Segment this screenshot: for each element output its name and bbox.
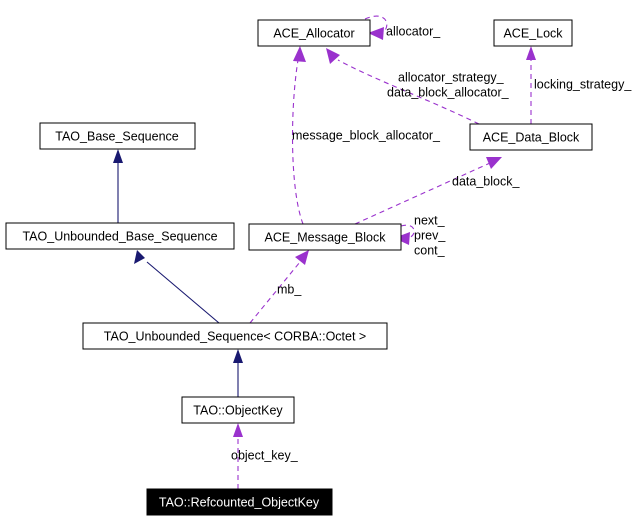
edge-label-next: next_ — [414, 213, 446, 227]
class-box-tao-unbounded-sequence-octet[interactable]: TAO_Unbounded_Sequence< CORBA::Octet > — [82, 322, 388, 350]
edge-label-locking-strategy: locking_strategy_ — [534, 77, 632, 91]
class-box-ace-message-block[interactable]: ACE_Message_Block — [248, 223, 402, 251]
class-box-ace-lock[interactable]: ACE_Lock — [493, 19, 573, 47]
class-box-tao-objectkey[interactable]: TAO::ObjectKey — [181, 396, 295, 424]
collaboration-diagram: allocator_ allocator_strategy_ data_bloc… — [0, 0, 644, 531]
class-label-ace-message-block: ACE_Message_Block — [265, 230, 387, 244]
class-box-ace-allocator[interactable]: ACE_Allocator — [257, 19, 371, 47]
class-label-tao-unbounded-sequence-octet: TAO_Unbounded_Sequence< CORBA::Octet > — [104, 329, 366, 343]
edge-label-object-key: object_key_ — [231, 448, 299, 462]
class-box-ace-data-block[interactable]: ACE_Data_Block — [469, 123, 593, 151]
edge-label-data-block-allocator: data_block_allocator_ — [387, 85, 510, 99]
edge-label-data-block: data_block_ — [452, 174, 520, 188]
edge-label-mb: mb_ — [277, 282, 302, 296]
class-box-tao-base-sequence[interactable]: TAO_Base_Sequence — [39, 122, 196, 150]
class-box-tao-refcounted-objectkey[interactable]: TAO::Refcounted_ObjectKey — [146, 488, 333, 516]
class-label-tao-base-sequence: TAO_Base_Sequence — [55, 129, 179, 143]
edge-inheritance-unbounded-base-to-base — [113, 149, 123, 223]
class-label-tao-unbounded-base-sequence: TAO_Unbounded_Base_Sequence — [22, 229, 217, 243]
class-label-tao-refcounted-objectkey: TAO::Refcounted_ObjectKey — [159, 495, 320, 509]
class-label-ace-data-block: ACE_Data_Block — [483, 130, 580, 144]
edge-label-message-block-allocator: message_block_allocator_ — [292, 128, 441, 142]
edge-label-prev: prev_ — [414, 228, 446, 242]
edge-label-allocator: allocator_ — [386, 24, 441, 38]
class-box-tao-unbounded-base-sequence[interactable]: TAO_Unbounded_Base_Sequence — [5, 222, 235, 250]
edge-inheritance-objectkey-to-seq — [233, 349, 243, 397]
edge-label-cont: cont_ — [414, 243, 446, 257]
class-label-tao-objectkey: TAO::ObjectKey — [193, 403, 283, 417]
uml-canvas: allocator_ allocator_strategy_ data_bloc… — [5, 15, 632, 516]
class-label-ace-lock: ACE_Lock — [503, 26, 563, 40]
class-label-ace-allocator: ACE_Allocator — [273, 26, 354, 40]
edge-label-allocator-strategy: allocator_strategy_ — [398, 70, 505, 84]
edge-inheritance-seq-to-unbounded-base — [134, 250, 220, 324]
